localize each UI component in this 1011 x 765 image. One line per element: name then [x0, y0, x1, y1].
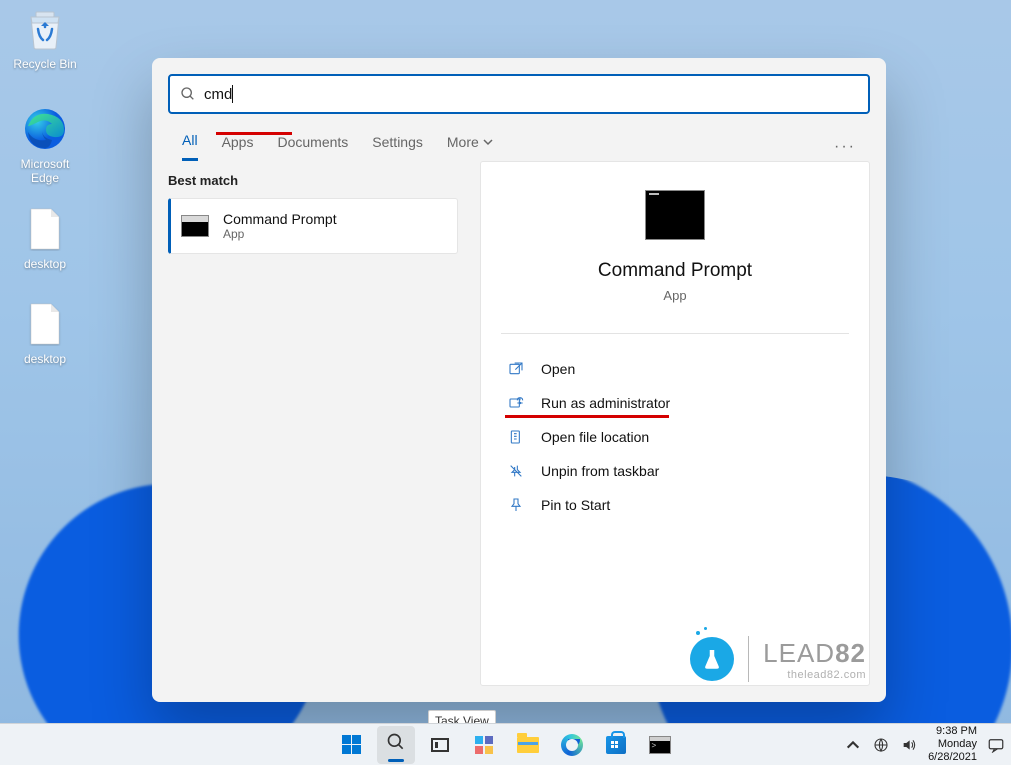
- desktop-icon-label: desktop: [5, 352, 85, 366]
- preview-title: Command Prompt: [501, 260, 849, 282]
- task-view-icon: [431, 738, 449, 752]
- chevron-up-icon: [845, 737, 861, 753]
- action-open[interactable]: Open: [501, 352, 849, 386]
- search-result-item[interactable]: Command Prompt App: [168, 198, 458, 254]
- microsoft-store-button[interactable]: [597, 726, 635, 764]
- globe-icon: [873, 737, 889, 753]
- search-box[interactable]: cmd: [168, 74, 870, 114]
- tab-all[interactable]: All: [182, 132, 198, 161]
- widgets-button[interactable]: [465, 726, 503, 764]
- edge-button[interactable]: [553, 726, 591, 764]
- chevron-down-icon: [483, 137, 493, 147]
- file-icon: [21, 300, 69, 348]
- desktop-icon-microsoft-edge[interactable]: Microsoft Edge: [5, 105, 85, 185]
- annotation-underline: [216, 132, 292, 135]
- edge-icon: [561, 734, 583, 756]
- desktop-icon-file-1[interactable]: desktop: [5, 205, 85, 271]
- file-explorer-icon: [517, 737, 539, 753]
- action-label: Run as administrator: [541, 395, 670, 411]
- command-prompt-icon: [181, 215, 209, 237]
- tab-more-label: More: [447, 134, 479, 150]
- desktop-icon-label: desktop: [5, 257, 85, 271]
- widgets-icon: [475, 736, 493, 754]
- pin-icon: [507, 496, 525, 514]
- network-icon[interactable]: [872, 736, 890, 754]
- file-icon: [21, 205, 69, 253]
- desktop-icon-recycle-bin[interactable]: Recycle Bin: [5, 5, 85, 71]
- desktop-icon-label: Recycle Bin: [5, 57, 85, 71]
- clock[interactable]: 9:38 PM Monday 6/28/2021: [928, 725, 977, 764]
- result-title: Command Prompt: [223, 211, 337, 227]
- folder-icon: [507, 428, 525, 446]
- start-button[interactable]: [333, 726, 371, 764]
- search-icon: [386, 732, 406, 757]
- tab-more[interactable]: More: [447, 134, 493, 160]
- clock-day: Monday: [928, 738, 977, 751]
- action-pin-to-start[interactable]: Pin to Start: [501, 488, 849, 522]
- admin-icon: [507, 394, 525, 412]
- tab-settings[interactable]: Settings: [372, 134, 423, 160]
- action-label: Unpin from taskbar: [541, 463, 659, 479]
- flask-icon: [703, 648, 721, 670]
- desktop-icon-file-2[interactable]: desktop: [5, 300, 85, 366]
- action-label: Open file location: [541, 429, 649, 445]
- speaker-icon: [901, 737, 917, 753]
- command-prompt-taskbar-button[interactable]: [641, 726, 679, 764]
- annotation-underline: [505, 415, 669, 418]
- store-icon: [606, 736, 626, 754]
- clock-date: 6/28/2021: [928, 751, 977, 764]
- action-label: Pin to Start: [541, 497, 610, 513]
- watermark-badge: [690, 637, 734, 681]
- command-prompt-icon: [649, 736, 671, 754]
- clock-time: 9:38 PM: [928, 725, 977, 738]
- results-column: Best match Command Prompt App: [152, 161, 472, 702]
- taskbar-search-button[interactable]: [377, 726, 415, 764]
- tab-documents[interactable]: Documents: [277, 134, 348, 160]
- notifications-button[interactable]: [987, 737, 1005, 753]
- preview-subtitle: App: [501, 288, 849, 303]
- watermark-url: thelead82.com: [763, 669, 866, 681]
- unpin-icon: [507, 462, 525, 480]
- volume-icon[interactable]: [900, 736, 918, 754]
- search-filter-tabs: All Apps Documents Settings More ···: [152, 122, 886, 161]
- start-search-panel: cmd All Apps Documents Settings More ···…: [152, 58, 886, 702]
- notification-icon: [987, 737, 1005, 753]
- command-prompt-icon: [645, 190, 705, 240]
- result-subtitle: App: [223, 227, 337, 241]
- tab-apps[interactable]: Apps: [222, 134, 254, 160]
- watermark-brand: LEAD82: [763, 638, 866, 669]
- search-icon: [180, 86, 196, 102]
- task-view-button[interactable]: [421, 726, 459, 764]
- divider: [501, 333, 849, 334]
- taskbar-center: [333, 726, 679, 764]
- action-run-as-administrator[interactable]: Run as administrator: [501, 386, 849, 420]
- search-input-text: cmd: [204, 86, 232, 103]
- more-options-button[interactable]: ···: [834, 138, 856, 156]
- action-label: Open: [541, 361, 575, 377]
- windows-logo-icon: [342, 735, 361, 754]
- taskbar: 9:38 PM Monday 6/28/2021: [0, 723, 1011, 765]
- desktop-icon-label: Microsoft Edge: [5, 157, 85, 185]
- recycle-bin-icon: [21, 5, 69, 53]
- open-icon: [507, 360, 525, 378]
- best-match-label: Best match: [152, 171, 472, 198]
- search-box-container: cmd: [152, 58, 886, 122]
- file-explorer-button[interactable]: [509, 726, 547, 764]
- show-hidden-icons-button[interactable]: [844, 736, 862, 754]
- action-open-file-location[interactable]: Open file location: [501, 420, 849, 454]
- system-tray: 9:38 PM Monday 6/28/2021: [844, 724, 1005, 765]
- preview-pane: Command Prompt App Open Run as administr…: [480, 161, 870, 686]
- edge-icon: [21, 105, 69, 153]
- action-unpin-from-taskbar[interactable]: Unpin from taskbar: [501, 454, 849, 488]
- watermark: LEAD82 thelead82.com: [690, 636, 866, 682]
